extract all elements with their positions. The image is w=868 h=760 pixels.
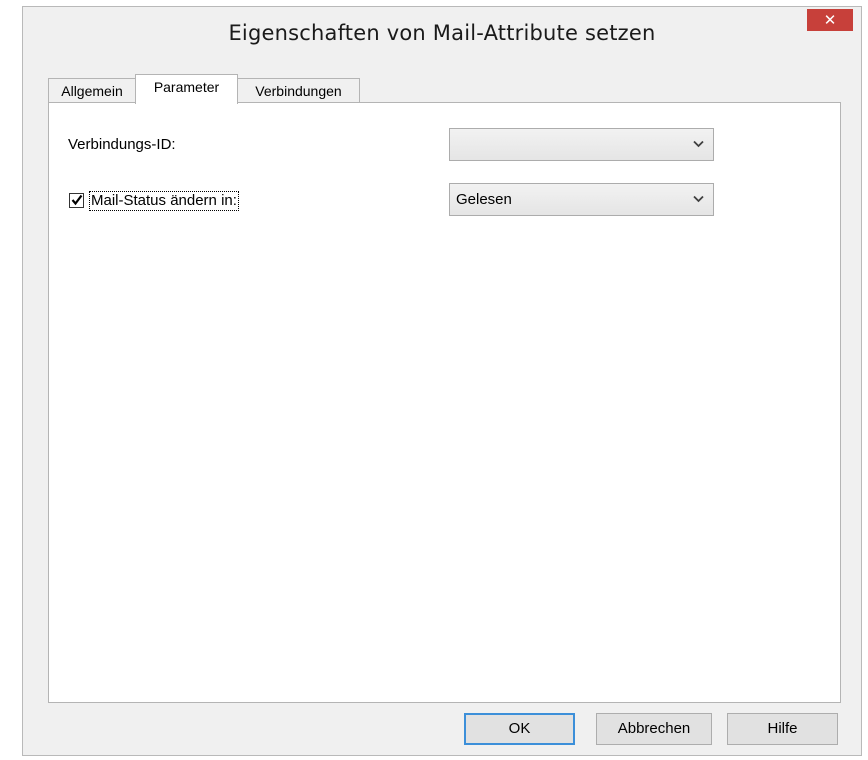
verbindungs-id-label: Verbindungs-ID:: [68, 136, 176, 153]
tab-panel-parameter: Verbindungs-ID: Mail-Status ändern in: G…: [48, 102, 841, 703]
mail-status-dropdown[interactable]: Gelesen: [449, 183, 714, 216]
chevron-down-icon: [693, 140, 704, 148]
tab-verbindungen[interactable]: Verbindungen: [237, 78, 360, 102]
checkmark-icon: [71, 194, 83, 206]
close-button[interactable]: ✕: [807, 9, 853, 31]
mail-status-checkbox[interactable]: [69, 193, 84, 208]
close-icon: ✕: [823, 11, 837, 29]
mail-status-label[interactable]: Mail-Status ändern in:: [89, 191, 239, 211]
verbindungs-id-dropdown[interactable]: [449, 128, 714, 161]
mail-status-value: Gelesen: [456, 191, 512, 208]
dialog-title: Eigenschaften von Mail-Attribute setzen: [228, 21, 656, 45]
help-button[interactable]: Hilfe: [727, 713, 838, 745]
tab-allgemein[interactable]: Allgemein: [48, 78, 136, 102]
title-bar: Eigenschaften von Mail-Attribute setzen …: [23, 7, 861, 62]
cancel-button[interactable]: Abbrechen: [596, 713, 712, 745]
ok-button[interactable]: OK: [464, 713, 575, 745]
chevron-down-icon: [693, 195, 704, 203]
dialog-window: Eigenschaften von Mail-Attribute setzen …: [22, 6, 862, 756]
tab-parameter[interactable]: Parameter: [135, 74, 238, 104]
